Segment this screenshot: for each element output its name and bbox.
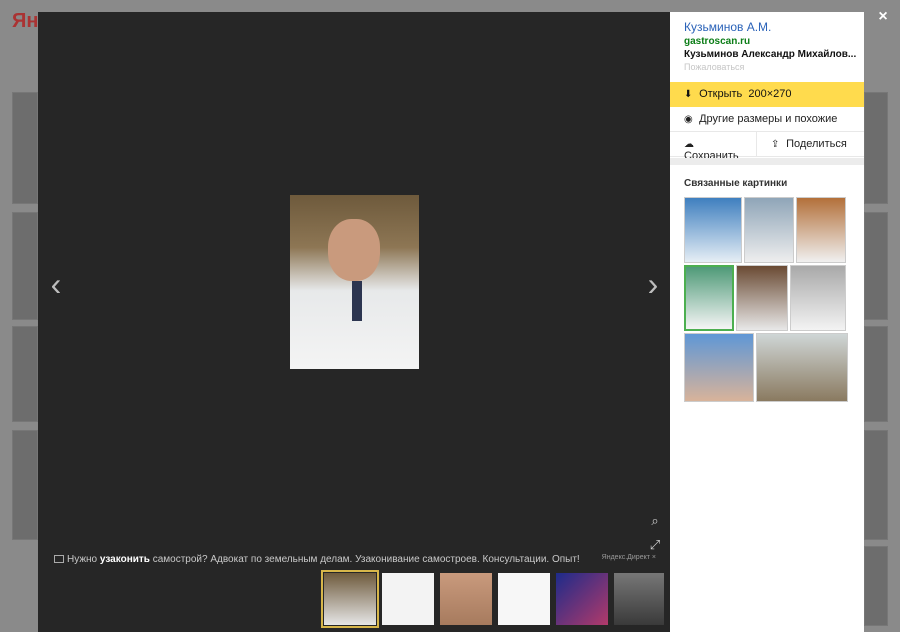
ad-banner[interactable]: Нужно узаконить самострой? Адвокат по зе…	[54, 554, 654, 570]
related-image[interactable]	[744, 197, 794, 263]
filmstrip-thumb[interactable]	[498, 573, 550, 625]
background-thumb	[864, 326, 888, 422]
background-thumb	[864, 546, 888, 626]
related-image[interactable]	[790, 265, 846, 331]
background-thumb	[12, 92, 38, 204]
close-icon[interactable]: ×	[874, 8, 892, 26]
prev-arrow-icon[interactable]: ‹	[42, 265, 70, 303]
related-image[interactable]	[684, 333, 754, 402]
search-by-image-icon[interactable]: ⌕	[646, 512, 664, 530]
filmstrip-thumb-active[interactable]	[321, 570, 379, 628]
filmstrip-thumb[interactable]	[556, 573, 608, 625]
divider	[670, 158, 864, 165]
complain-link[interactable]: Пожаловаться	[684, 62, 744, 72]
related-image[interactable]	[756, 333, 848, 402]
background-thumb	[864, 92, 888, 204]
related-image[interactable]	[736, 265, 788, 331]
site-link[interactable]: gastroscan.ru	[684, 36, 750, 47]
ad-icon	[54, 555, 64, 564]
filmstrip	[321, 570, 664, 628]
background-thumb	[864, 430, 888, 540]
related-image[interactable]	[684, 197, 742, 263]
related-title: Связанные картинки	[684, 178, 788, 189]
image-viewer: ‹ › ⌕ ⤢ Нужно узаконить самострой? Адвок…	[38, 12, 670, 632]
share-button[interactable]: ⇪ Поделиться	[757, 132, 864, 157]
info-panel: Кузьминов А.М. gastroscan.ru Кузьминов А…	[670, 12, 864, 632]
filmstrip-thumb[interactable]	[382, 573, 434, 625]
background-thumb	[12, 326, 38, 422]
author-link[interactable]: Кузьминов А.М.	[684, 20, 771, 34]
related-image[interactable]	[684, 265, 734, 331]
related-image[interactable]	[796, 197, 846, 263]
next-arrow-icon[interactable]: ›	[639, 265, 667, 303]
download-icon: ⬇	[684, 89, 693, 100]
background-thumb	[12, 430, 38, 540]
main-image[interactable]	[290, 195, 419, 369]
filmstrip-thumb[interactable]	[614, 573, 664, 625]
image-description: Кузьминов Александр Михайлов...	[684, 49, 857, 60]
save-button[interactable]: ☁ Сохранить	[670, 132, 757, 162]
background-thumb	[12, 212, 38, 320]
fullscreen-icon[interactable]: ⤢	[646, 536, 664, 554]
filmstrip-thumb[interactable]	[440, 573, 492, 625]
open-button[interactable]: ⬇ Открыть 200×270	[670, 82, 864, 107]
share-icon: ⇪	[771, 139, 780, 150]
other-sizes-button[interactable]: ◉ Другие размеры и похожие	[670, 107, 864, 132]
ad-source: Яндекс.Директ ×	[601, 554, 656, 561]
save-icon: ☁	[684, 139, 694, 150]
camera-icon: ◉	[684, 114, 693, 125]
background-thumb	[864, 212, 888, 320]
